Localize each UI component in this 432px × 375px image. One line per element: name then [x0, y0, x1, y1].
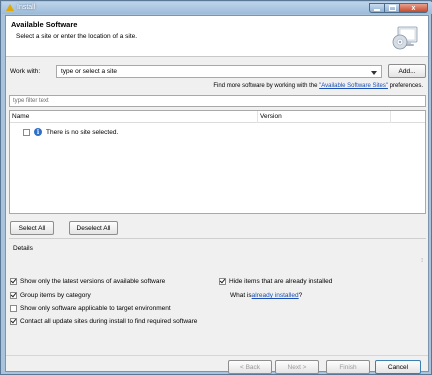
find-more-suffix: preferences. [387, 83, 423, 89]
option-target-env[interactable]: Show only software applicable to target … [10, 305, 171, 312]
deselect-all-button[interactable]: Deselect All [69, 221, 118, 235]
available-software-sites-link[interactable]: "Available Software Sites" [319, 83, 388, 89]
page-subtitle: Select a site or enter the location of a… [16, 33, 138, 40]
contact-sites-label: Contact all update sites during install … [20, 318, 198, 325]
work-with-value: type or select a site [61, 68, 117, 75]
details-section: Details ⁝ [9, 238, 426, 270]
back-button[interactable]: < Back [228, 360, 272, 374]
install-wizard-icon [392, 26, 418, 50]
target-env-label: Show only software applicable to target … [20, 305, 171, 312]
details-scroll-icon[interactable]: ⁝ [421, 257, 423, 264]
already-installed-link[interactable]: already installed [252, 292, 299, 299]
work-with-label: Work with: [10, 68, 41, 75]
chevron-down-icon[interactable] [371, 71, 377, 75]
tree-item[interactable]: i There is no site selected. [23, 127, 118, 137]
software-tree[interactable]: Name Version i There is no site selected… [9, 110, 426, 214]
column-divider[interactable] [390, 111, 391, 123]
column-header-version[interactable]: Version [260, 113, 282, 120]
what-is-prefix: What is [230, 292, 252, 299]
window-title: Install [17, 4, 36, 11]
column-divider[interactable] [257, 111, 258, 123]
find-more-prefix: Find more software by working with the [213, 83, 320, 89]
option-contact-sites[interactable]: Contact all update sites during install … [10, 318, 197, 325]
add-button[interactable]: Add... [388, 64, 426, 78]
group-by-category-checkbox[interactable] [10, 292, 17, 299]
dialog-body: Available Software Select a site or ente… [5, 15, 429, 374]
group-by-category-label: Group items by category [20, 292, 91, 299]
finish-button[interactable]: Finish [326, 360, 370, 374]
latest-versions-checkbox[interactable] [10, 278, 17, 285]
title-bar[interactable]: Install x [2, 2, 432, 14]
filter-placeholder: type filter text [13, 98, 49, 104]
target-env-checkbox[interactable] [10, 305, 17, 312]
tree-header: Name Version [10, 111, 425, 123]
column-header-name[interactable]: Name [12, 113, 29, 120]
page-title: Available Software [11, 20, 78, 29]
work-with-row: Work with: type or select a site Add... [10, 64, 426, 80]
warning-triangle-icon [6, 4, 14, 11]
close-button[interactable]: x [400, 3, 428, 13]
tree-item-checkbox[interactable] [23, 128, 30, 136]
option-hide-installed[interactable]: Hide items that are already installed [219, 278, 332, 285]
what-is-installed-text: What is already installed? [230, 292, 302, 299]
option-latest-versions[interactable]: Show only the latest versions of availab… [10, 278, 165, 285]
contact-sites-checkbox[interactable] [10, 318, 17, 325]
filter-input[interactable]: type filter text [9, 95, 426, 107]
button-bar-divider [6, 355, 428, 356]
info-icon: i [34, 128, 42, 136]
minimize-icon [374, 9, 380, 11]
hide-installed-checkbox[interactable] [219, 278, 226, 285]
latest-versions-label: Show only the latest versions of availab… [20, 278, 166, 285]
find-more-text: Find more software by working with the "… [213, 83, 423, 89]
option-group-by-category[interactable]: Group items by category [10, 292, 91, 299]
maximize-button[interactable] [385, 3, 400, 13]
minimize-button[interactable] [369, 3, 385, 13]
details-label: Details [13, 245, 33, 252]
next-button[interactable]: Next > [275, 360, 319, 374]
select-all-button[interactable]: Select All [10, 221, 54, 235]
close-icon: x [411, 4, 416, 12]
hide-installed-label: Hide items that are already installed [229, 278, 333, 285]
work-with-combo[interactable]: type or select a site [56, 65, 382, 78]
wizard-banner: Available Software Select a site or ente… [6, 16, 428, 57]
maximize-icon [388, 5, 396, 11]
window-controls: x [369, 3, 428, 13]
install-window: Install x Available Software Select a si… [0, 0, 432, 375]
what-is-suffix: ? [298, 292, 303, 299]
cancel-button[interactable]: Cancel [375, 360, 421, 374]
tree-item-label: There is no site selected. [46, 128, 119, 136]
